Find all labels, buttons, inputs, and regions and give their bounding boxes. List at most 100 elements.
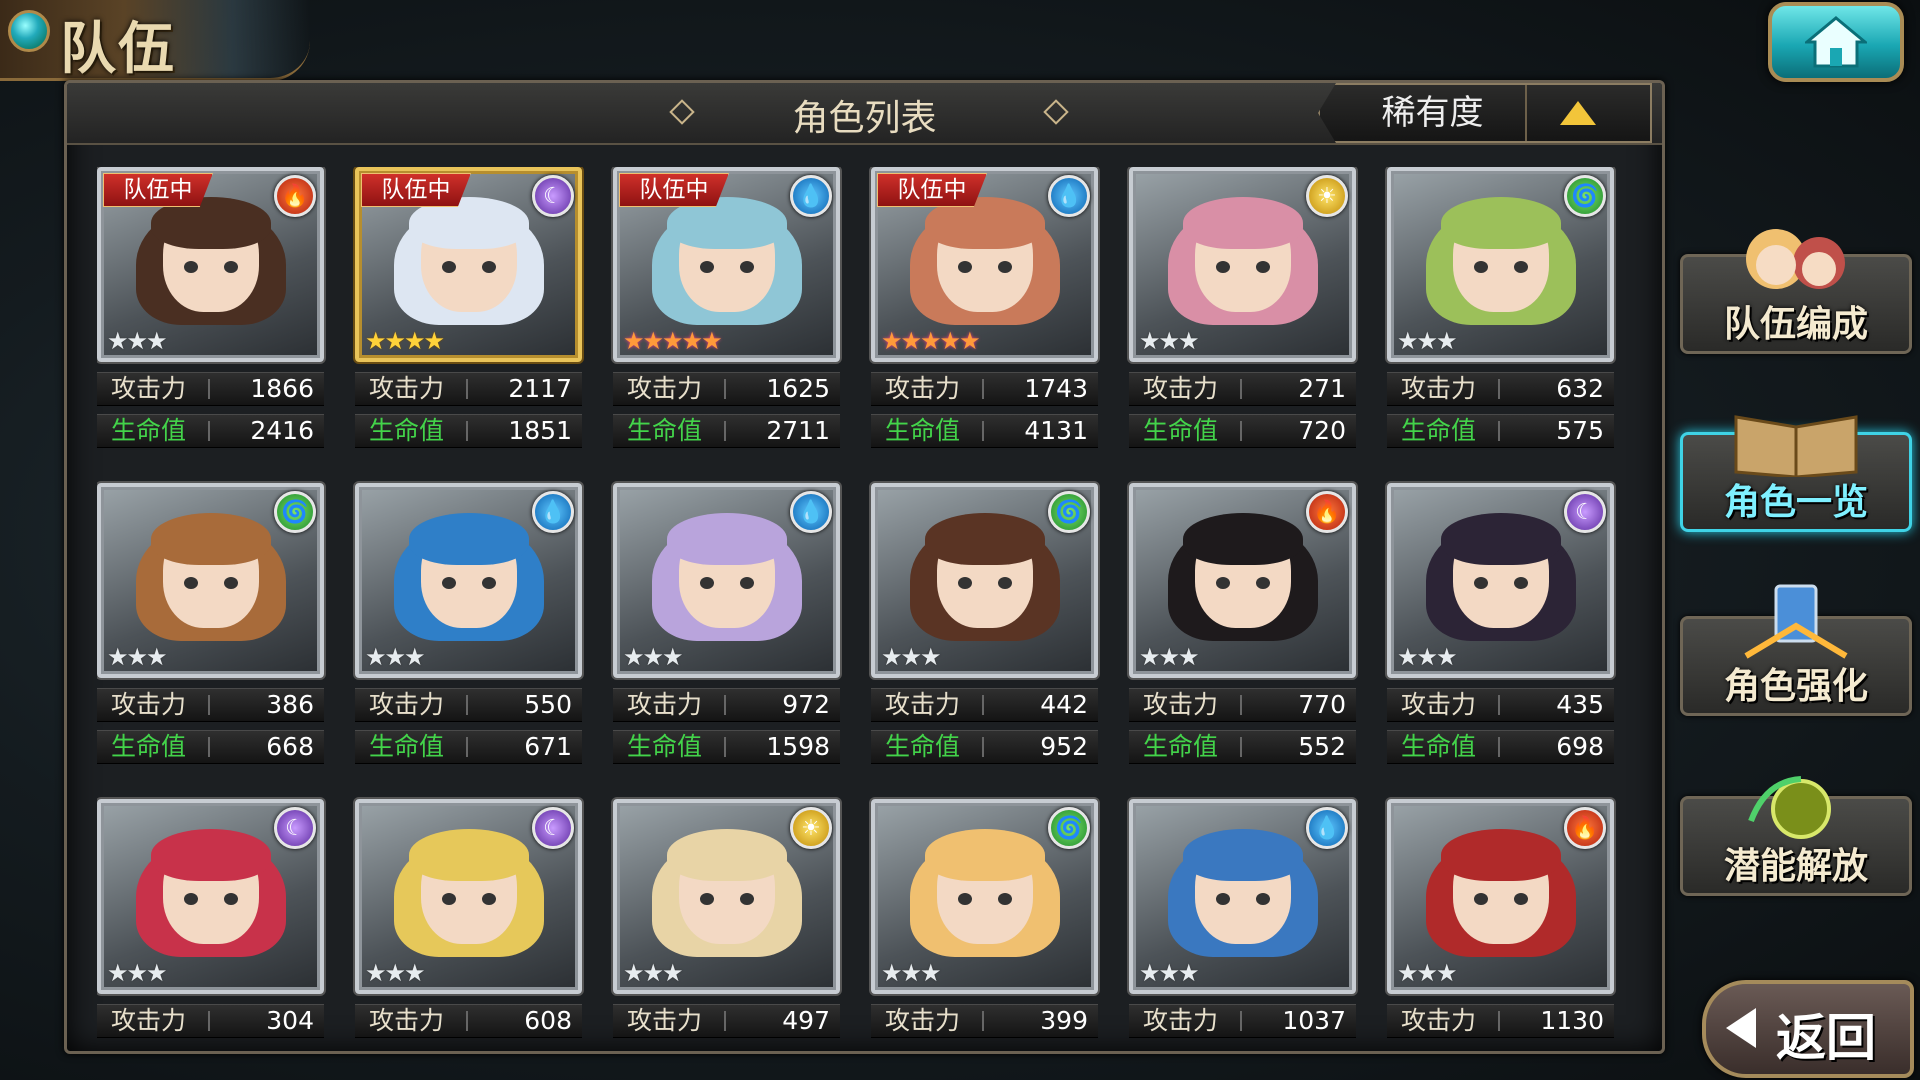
character-card[interactable]: ☀ ★★★ 攻击力 271 生命值 720 [1129, 167, 1356, 448]
character-stats: 攻击力 304 [97, 1004, 324, 1038]
stat-divider [466, 421, 468, 441]
character-portrait[interactable]: 队伍中 ☾ ★★★★ [355, 167, 582, 362]
character-portrait[interactable]: 💧 ★★★ [355, 483, 582, 678]
character-stats: 攻击力 770 生命值 552 [1129, 688, 1356, 764]
water-element-icon: 💧 [790, 175, 832, 217]
attack-row: 攻击力 1866 [97, 372, 324, 406]
star-icon: ★ [881, 643, 902, 671]
hp-row: 生命值 952 [871, 730, 1098, 764]
character-eye [442, 576, 457, 589]
character-portrait[interactable]: ☾ ★★★ [1387, 483, 1614, 678]
stat-divider [724, 1011, 726, 1031]
character-card[interactable]: ☾ ★★★ 攻击力 435 生命值 698 [1387, 483, 1614, 764]
wind-element-icon: 🌀 [1048, 807, 1090, 849]
sort-control[interactable]: 稀有度 [1318, 83, 1652, 143]
character-eye [1255, 892, 1270, 905]
character-portrait[interactable]: 队伍中 🔥 ★★★ [97, 167, 324, 362]
hp-label: 生命值 [885, 732, 961, 761]
stat-divider [1240, 695, 1242, 715]
character-portrait[interactable]: ☀ ★★★ [613, 799, 840, 994]
character-portrait[interactable]: 💧 ★★★ [1129, 799, 1356, 994]
sort-label[interactable]: 稀有度 [1340, 85, 1527, 141]
rarity-stars: ★★★ [1139, 644, 1199, 670]
character-card[interactable]: 💧 ★★★ 攻击力 972 生命值 1598 [613, 483, 840, 764]
star-icon: ★ [642, 327, 664, 355]
character-card[interactable]: ☾ ★★★ 攻击力 304 [97, 799, 324, 1038]
character-portrait[interactable]: ☀ ★★★ [1129, 167, 1356, 362]
return-button[interactable]: 返回 [1702, 980, 1914, 1078]
character-card[interactable]: 队伍中 💧 ★★★★★ 攻击力 1625 生命值 2711 [613, 167, 840, 448]
character-enhance-button[interactable]: 角色强化 [1680, 584, 1912, 716]
star-icon: ★ [920, 643, 941, 671]
character-portrait[interactable]: ☾ ★★★ [97, 799, 324, 994]
character-eye [1216, 576, 1231, 589]
star-icon: ★ [1158, 959, 1180, 987]
character-card[interactable]: 💧 ★★★ 攻击力 550 生命值 671 [355, 483, 582, 764]
character-portrait[interactable]: 🔥 ★★★ [1387, 799, 1614, 994]
party-formation-button[interactable]: 队伍编成 [1680, 229, 1912, 354]
star-icon: ★ [920, 327, 941, 355]
rarity-stars: ★★★ [623, 960, 683, 986]
character-card[interactable]: 队伍中 🔥 ★★★ 攻击力 1866 生命值 2416 [97, 167, 324, 448]
attack-row: 攻击力 271 [1129, 372, 1356, 406]
character-eye [442, 260, 457, 273]
stat-divider [1498, 379, 1500, 399]
character-list-button[interactable]: 角色一览 [1680, 415, 1912, 532]
character-portrait[interactable]: 🔥 ★★★ [1129, 483, 1356, 678]
character-eye [1513, 260, 1528, 273]
character-card[interactable]: 队伍中 💧 ★★★★★ 攻击力 1743 生命值 4131 [871, 167, 1098, 448]
book-icon [1734, 415, 1858, 477]
character-fringe [924, 513, 1045, 566]
star-icon: ★ [881, 327, 902, 355]
character-portrait[interactable]: 💧 ★★★ [613, 483, 840, 678]
stat-divider [982, 379, 984, 399]
party-members-icon [1746, 229, 1845, 289]
character-card[interactable]: 💧 ★★★ 攻击力 1037 [1129, 799, 1356, 1038]
character-eye [223, 892, 238, 905]
character-eye [739, 892, 754, 905]
character-portrait[interactable]: 🌀 ★★★ [871, 483, 1098, 678]
character-card[interactable]: ☾ ★★★ 攻击力 608 [355, 799, 582, 1038]
rarity-stars: ★★★ [1139, 959, 1199, 987]
star-icon: ★ [1416, 327, 1438, 355]
stat-divider [982, 421, 984, 441]
character-portrait[interactable]: 🌀 ★★★ [871, 799, 1098, 994]
star-icon: ★ [939, 327, 961, 355]
character-portrait[interactable]: ☾ ★★★ [355, 799, 582, 994]
star-icon: ★ [107, 327, 128, 355]
character-card[interactable]: 🔥 ★★★ 攻击力 770 生命值 552 [1129, 483, 1356, 764]
attack-label: 攻击力 [885, 690, 961, 719]
stat-divider [1240, 1011, 1242, 1031]
character-portrait[interactable]: 🌀 ★★★ [1387, 167, 1614, 362]
star-icon: ★ [701, 327, 722, 355]
character-card[interactable]: 🌀 ★★★ 攻击力 386 生命值 668 [97, 483, 324, 764]
character-fringe [408, 513, 529, 566]
character-stats: 攻击力 1130 [1387, 1004, 1614, 1038]
character-portrait[interactable]: 队伍中 💧 ★★★★★ [871, 167, 1098, 362]
character-portrait[interactable]: 队伍中 💧 ★★★★★ [613, 167, 840, 362]
character-fringe [666, 829, 787, 882]
title-plate: 队伍 [0, 0, 310, 82]
character-card[interactable]: 队伍中 ☾ ★★★★ 攻击力 2117 生命值 1851 [355, 167, 582, 448]
star-icon: ★ [642, 643, 664, 671]
stat-divider [724, 421, 726, 441]
character-eye [1216, 260, 1231, 273]
attack-value: 304 [266, 1006, 314, 1035]
rarity-stars: ★★★ [881, 960, 941, 986]
potential-release-button[interactable]: 潜能解放 [1680, 776, 1912, 896]
fire-element-icon: 🔥 [274, 175, 316, 217]
in-party-badge: 队伍中 [361, 173, 471, 207]
sort-ascending-icon[interactable] [1560, 101, 1596, 125]
character-eye [1513, 576, 1528, 589]
side-menu-label: 队伍编成 [1723, 304, 1868, 345]
character-card[interactable]: 🔥 ★★★ 攻击力 1130 [1387, 799, 1614, 1038]
character-card[interactable]: ☀ ★★★ 攻击力 497 [613, 799, 840, 1038]
character-portrait[interactable]: 🌀 ★★★ [97, 483, 324, 678]
character-card[interactable]: 🌀 ★★★ 攻击力 399 [871, 799, 1098, 1038]
character-card[interactable]: 🌀 ★★★ 攻击力 442 生命值 952 [871, 483, 1098, 764]
attack-label: 攻击力 [1143, 1006, 1219, 1035]
character-card[interactable]: 🌀 ★★★ 攻击力 632 生命值 575 [1387, 167, 1614, 448]
attack-value: 1037 [1282, 1006, 1346, 1035]
home-button[interactable] [1768, 2, 1904, 82]
wind-element-icon: 🌀 [1564, 175, 1606, 217]
